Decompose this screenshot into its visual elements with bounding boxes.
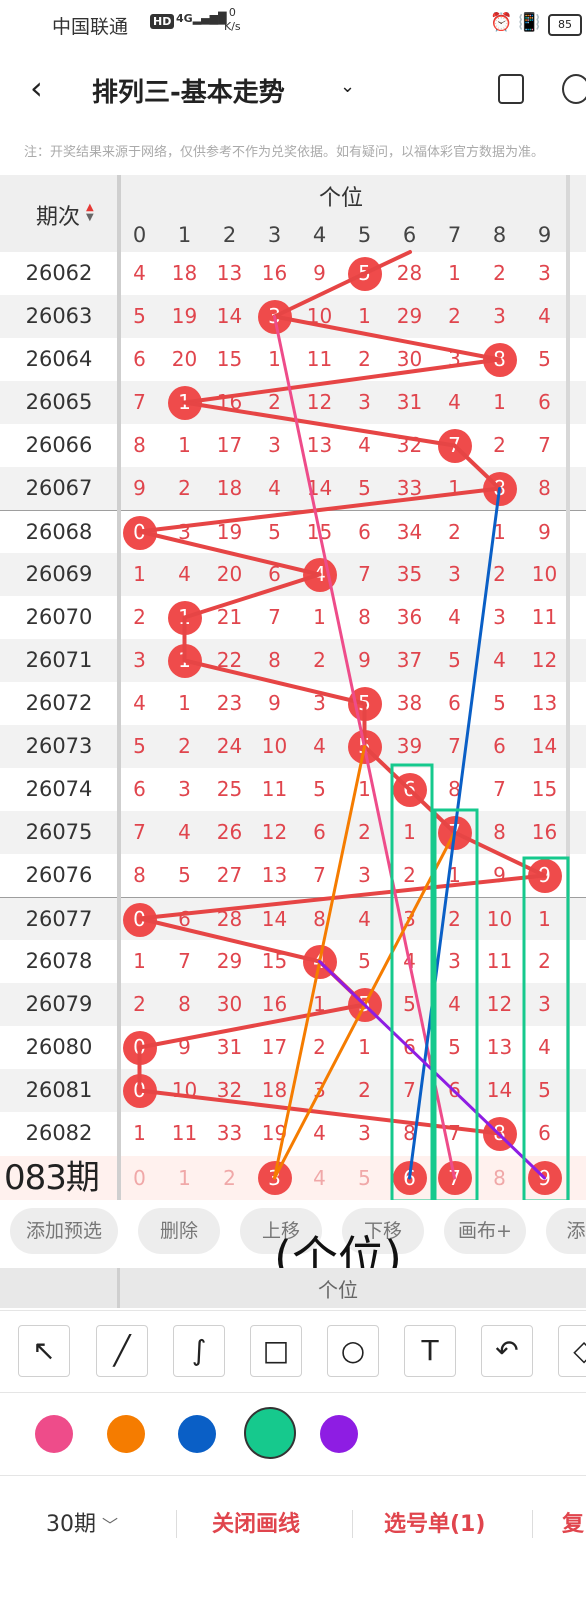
- trend-line-segment: [272, 271, 367, 319]
- period-count-select[interactable]: 30期 ﹀: [46, 1506, 118, 1538]
- trend-line-segment: [137, 1002, 367, 1050]
- status-bar: 中国联通 HD 4G▂▄▆█ 0 K/s ⏰ 📳 85: [0, 0, 586, 48]
- undo-icon[interactable]: ↶: [481, 1325, 533, 1377]
- drawn-line-blue: [408, 487, 501, 1180]
- trend-line-segment: [452, 443, 502, 491]
- bottom-divider: [532, 1510, 533, 1538]
- sticky-header-label: 个位: [318, 1278, 358, 1302]
- color-swatch-blue[interactable]: [178, 1415, 216, 1453]
- sticky-header: 个位: [0, 1268, 586, 1308]
- trend-line-segment: [137, 529, 322, 577]
- drawing-overlay[interactable]: [0, 175, 586, 1200]
- chevron-down-icon[interactable]: ⌄: [340, 76, 355, 97]
- trend-line-segment: [182, 572, 322, 620]
- clear-icon[interactable]: ◇: [558, 1325, 586, 1377]
- network-speed: 0 K/s: [224, 6, 241, 33]
- selection-list-button[interactable]: 选号单(1): [384, 1506, 485, 1538]
- color-swatch-purple[interactable]: [320, 1415, 358, 1453]
- alarm-vibrate-icons: ⏰ 📳: [490, 12, 541, 33]
- trend-grid: 期次 ▲▼ 个位 0123456789 26062418131695281232…: [0, 175, 586, 1200]
- color-swatch-orange[interactable]: [107, 1415, 145, 1453]
- sticky-divider: [117, 1268, 120, 1308]
- trend-line-segment: [452, 830, 547, 878]
- more-bottom-button[interactable]: 复: [562, 1506, 584, 1538]
- bottom-bar: 30期 ﹀ 关闭画线 选号单(1) 复: [0, 1475, 586, 1601]
- drawn-box-green: [522, 856, 570, 1200]
- more-icon[interactable]: [562, 74, 586, 104]
- battery-icon: 85: [548, 14, 582, 36]
- trend-line-segment: [182, 357, 502, 405]
- add-preselect-button[interactable]: 添加预选: [10, 1208, 118, 1254]
- page-title[interactable]: 排列三-基本走势: [92, 72, 285, 109]
- trend-line-segment: [137, 873, 547, 921]
- trend-line-segment: [362, 250, 412, 276]
- arrow-tool-icon[interactable]: ↖: [18, 1325, 70, 1377]
- hd-badge: HD: [150, 14, 175, 29]
- rectangle-tool-icon[interactable]: □: [250, 1325, 302, 1377]
- trend-line-segment: [137, 916, 322, 964]
- carrier-name: 中国联通: [52, 16, 129, 38]
- trend-line-segment: [137, 1088, 502, 1136]
- color-palette: [0, 1392, 586, 1475]
- phone-mode-icon[interactable]: [498, 74, 524, 104]
- disclaimer-notice: 注：开奖结果来源于网络，仅供参考不作为兑奖依据。如有疑问，以福体彩官方数据为准。: [24, 145, 545, 160]
- canvas-plus-button[interactable]: 画布+: [444, 1208, 526, 1254]
- trend-line-segment: [272, 314, 502, 362]
- bottom-divider: [352, 1510, 353, 1538]
- drawing-toolbar: ↖ ╱ ∫ □ ○ T ↶ ◇: [0, 1310, 586, 1393]
- drawn-box-green: [433, 808, 479, 1200]
- text-tool-icon[interactable]: T: [404, 1325, 456, 1377]
- color-swatch-pink[interactable]: [35, 1415, 73, 1453]
- close-drawing-button[interactable]: 关闭画线: [212, 1506, 300, 1538]
- trend-line-segment: [182, 400, 457, 448]
- back-icon[interactable]: ‹: [30, 68, 62, 108]
- circle-tool-icon[interactable]: ○: [327, 1325, 379, 1377]
- trend-line-segment: [182, 658, 367, 706]
- drawn-box-green: [390, 763, 434, 1200]
- curve-tool-icon[interactable]: ∫: [173, 1325, 225, 1377]
- delete-button[interactable]: 删除: [138, 1208, 220, 1254]
- title-bar: ‹ 排列三-基本走势 ⌄: [0, 50, 586, 130]
- signal-icon: 4G▂▄▆█: [176, 12, 227, 25]
- bottom-divider: [176, 1510, 177, 1538]
- chevron-down-icon: ﹀: [102, 1516, 119, 1535]
- more-action-button[interactable]: 添: [546, 1208, 586, 1254]
- line-tool-icon[interactable]: ╱: [96, 1325, 148, 1377]
- color-swatch-green[interactable]: [244, 1407, 296, 1459]
